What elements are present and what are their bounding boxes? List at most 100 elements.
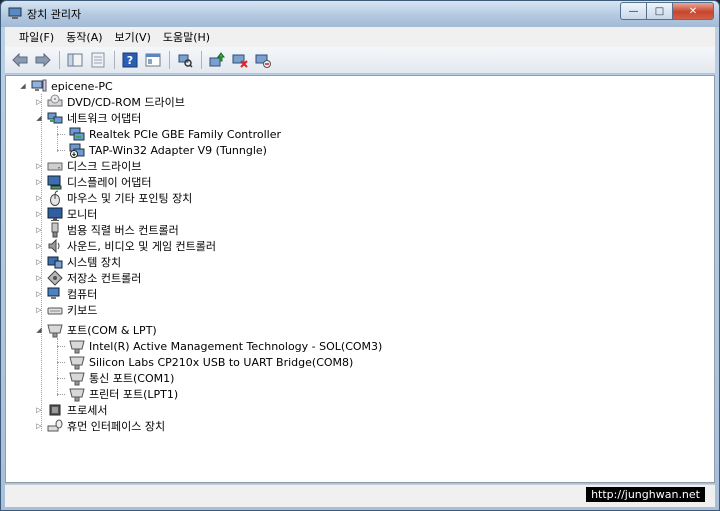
speaker-icon bbox=[48, 238, 60, 254]
tree-guide-line bbox=[57, 346, 65, 347]
category-row[interactable]: ▷ DVD/CD-ROM 드라이브 bbox=[34, 94, 185, 110]
scan-hardware-button[interactable] bbox=[175, 50, 195, 70]
category-row[interactable]: ◢ 포트(COM & LPT) bbox=[34, 322, 157, 338]
device-label: Silicon Labs CP210x USB to UART Bridge(C… bbox=[89, 355, 354, 369]
toolbar: ? bbox=[5, 47, 715, 74]
help-button[interactable]: ? bbox=[120, 50, 140, 70]
tree-guide-line bbox=[57, 134, 65, 135]
scan-icon bbox=[178, 54, 193, 68]
expand-icon[interactable]: ▷ bbox=[34, 225, 44, 235]
expand-icon[interactable]: ▷ bbox=[34, 177, 44, 187]
device-manager-window: 장치 관리자 — □ ✕ 파일(F) 동작(A) 보기(V) 도움말(H) ? bbox=[0, 0, 720, 511]
toolbar-separator bbox=[59, 51, 60, 69]
disk-drive-icon bbox=[47, 162, 63, 171]
storage-controller-icon bbox=[47, 270, 63, 286]
title-bar[interactable]: 장치 관리자 — □ ✕ bbox=[1, 1, 719, 27]
category-row[interactable]: ▷ 프로세서 bbox=[34, 402, 107, 418]
device-manager-icon bbox=[8, 7, 22, 19]
back-icon bbox=[12, 53, 28, 67]
maximize-button[interactable]: □ bbox=[646, 2, 672, 20]
category-row[interactable]: ▷ 시스템 장치 bbox=[34, 254, 121, 270]
category-row[interactable]: ◢ 네트워크 어댑터 bbox=[34, 110, 141, 126]
menu-action[interactable]: 동작(A) bbox=[60, 29, 108, 45]
forward-button[interactable] bbox=[33, 50, 53, 70]
update-driver-icon bbox=[209, 52, 225, 67]
monitor-icon bbox=[47, 207, 63, 221]
close-button[interactable]: ✕ bbox=[672, 2, 714, 20]
category-row[interactable]: ▷ 모니터 bbox=[34, 206, 97, 222]
svg-text:?: ? bbox=[127, 54, 133, 67]
expand-icon[interactable]: ▷ bbox=[34, 161, 44, 171]
expand-icon[interactable]: ▷ bbox=[34, 305, 44, 315]
category-label: 휴먼 인터페이스 장치 bbox=[67, 420, 166, 433]
category-label: 컴퓨터 bbox=[67, 288, 98, 301]
minimize-icon: — bbox=[628, 5, 639, 17]
hid-icon bbox=[47, 419, 63, 432]
tree-guide-line bbox=[57, 150, 65, 151]
device-row[interactable]: Realtek PCIe GBE Family Controller bbox=[66, 126, 281, 142]
back-button[interactable] bbox=[10, 50, 30, 70]
device-row[interactable]: TAP-Win32 Adapter V9 (Tunngle) bbox=[66, 142, 267, 158]
minimize-button[interactable]: — bbox=[620, 2, 646, 20]
category-row[interactable]: ▷ 마우스 및 기타 포인팅 장치 bbox=[34, 190, 192, 206]
device-row[interactable]: 프린터 포트(LPT1) bbox=[66, 386, 178, 402]
forward-icon bbox=[35, 53, 51, 67]
category-label: 마우스 및 기타 포인팅 장치 bbox=[67, 192, 193, 205]
processor-icon bbox=[49, 404, 61, 416]
category-row[interactable]: ▷ 저장소 컨트롤러 bbox=[34, 270, 141, 286]
expand-icon[interactable]: ▷ bbox=[34, 421, 44, 431]
category-label: 범용 직렬 버스 컨트롤러 bbox=[67, 224, 179, 237]
tree-guide-line bbox=[57, 378, 65, 379]
tree-guide-line bbox=[57, 126, 58, 152]
collapse-icon[interactable]: ◢ bbox=[18, 81, 28, 91]
device-row[interactable]: Silicon Labs CP210x USB to UART Bridge(C… bbox=[66, 354, 353, 370]
menu-help[interactable]: 도움말(H) bbox=[157, 29, 216, 45]
category-row[interactable]: ▷ 컴퓨터 bbox=[34, 286, 97, 302]
update-driver-button[interactable] bbox=[207, 50, 227, 70]
category-row[interactable]: ▷ 사운드, 비디오 및 게임 컨트롤러 bbox=[34, 238, 216, 254]
tree-guide-line bbox=[57, 362, 65, 363]
uninstall-icon bbox=[255, 54, 271, 68]
category-label: 시스템 장치 bbox=[67, 256, 122, 269]
device-row[interactable]: Intel(R) Active Management Technology - … bbox=[66, 338, 382, 354]
maximize-icon: □ bbox=[654, 5, 665, 17]
watermark: http://junghwan.net bbox=[586, 487, 705, 502]
show-hide-tree-button[interactable] bbox=[65, 50, 85, 70]
expand-icon[interactable]: ▷ bbox=[34, 241, 44, 251]
uninstall-button[interactable] bbox=[253, 50, 273, 70]
category-row[interactable]: ▷ 휴먼 인터페이스 장치 bbox=[34, 418, 165, 434]
expand-icon[interactable]: ▷ bbox=[34, 273, 44, 283]
category-label: DVD/CD-ROM 드라이브 bbox=[67, 96, 185, 109]
device-tree[interactable]: ◢ epicene-PC ▷ DVD/CD-ROM 드라이브 ◢ 네트워크 어댑… bbox=[5, 75, 715, 483]
menu-view[interactable]: 보기(V) bbox=[109, 29, 157, 45]
expand-icon[interactable]: ▷ bbox=[34, 209, 44, 219]
toolbar-separator bbox=[201, 51, 202, 69]
device-row[interactable]: 통신 포트(COM1) bbox=[66, 370, 174, 386]
window-title: 장치 관리자 bbox=[27, 8, 82, 21]
network-adapter-icon bbox=[47, 112, 63, 124]
properties-button[interactable] bbox=[88, 50, 108, 70]
expand-icon[interactable]: ▷ bbox=[34, 289, 44, 299]
menu-file[interactable]: 파일(F) bbox=[13, 29, 60, 45]
dvd-drive-icon bbox=[47, 94, 63, 107]
category-label: 키보드 bbox=[67, 304, 98, 317]
network-card-warning-icon bbox=[69, 143, 85, 158]
category-row[interactable]: ▷ 디스플레이 어댑터 bbox=[34, 174, 151, 190]
category-row[interactable]: ▷ 키보드 bbox=[34, 302, 97, 318]
view-button[interactable] bbox=[143, 50, 163, 70]
expand-icon[interactable]: ▷ bbox=[34, 257, 44, 267]
collapse-icon[interactable]: ◢ bbox=[34, 113, 44, 123]
port-device-icon bbox=[69, 388, 85, 402]
category-label: 디스크 드라이브 bbox=[67, 160, 142, 173]
category-row[interactable]: ▷ 디스크 드라이브 bbox=[34, 158, 141, 174]
tree-root[interactable]: ◢ epicene-PC bbox=[18, 78, 113, 94]
port-device-icon bbox=[69, 340, 85, 354]
expand-icon[interactable]: ▷ bbox=[34, 405, 44, 415]
expand-icon[interactable]: ▷ bbox=[34, 97, 44, 107]
category-row[interactable]: ▷ 범용 직렬 버스 컨트롤러 bbox=[34, 222, 179, 238]
system-device-icon bbox=[47, 256, 63, 269]
disable-button[interactable] bbox=[230, 50, 250, 70]
device-label: 통신 포트(COM1) bbox=[89, 372, 175, 385]
collapse-icon[interactable]: ◢ bbox=[34, 325, 44, 335]
expand-icon[interactable]: ▷ bbox=[34, 193, 44, 203]
